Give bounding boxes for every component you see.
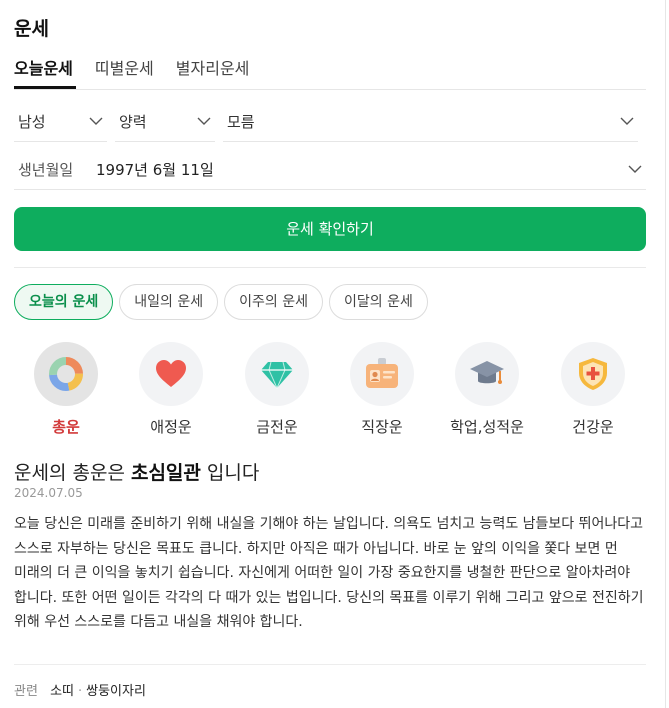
birth-date-label: 생년월일	[18, 161, 74, 179]
category-icon-circle	[455, 342, 519, 406]
gender-value: 남성	[18, 113, 46, 131]
id-badge-icon	[366, 358, 398, 388]
category-label: 직장운	[361, 418, 403, 436]
birth-time-select[interactable]: 모름	[223, 100, 638, 142]
category-icon-circle	[561, 342, 625, 406]
divider	[14, 89, 646, 90]
result-suffix: 입니다	[200, 462, 260, 484]
gender-select[interactable]: 남성	[14, 100, 107, 142]
divider	[14, 267, 646, 268]
diamond-icon	[261, 361, 293, 390]
calendar-type-value: 양력	[119, 113, 147, 131]
result-prefix: 운세의 총운은	[14, 462, 131, 484]
chevron-down-icon	[197, 117, 211, 125]
period-week-chip[interactable]: 이주의 운세	[224, 284, 323, 320]
divider	[14, 664, 646, 665]
chevron-down-icon	[620, 117, 634, 125]
period-tomorrow-chip[interactable]: 내일의 운세	[119, 284, 219, 320]
selector-row: 남성 양력 모름	[14, 100, 638, 142]
category-label: 학업,성적운	[450, 418, 524, 436]
category-study[interactable]: 학업,성적운	[435, 342, 539, 437]
divider	[665, 0, 666, 708]
category-health[interactable]: 건강운	[541, 342, 645, 437]
fortune-tabs: 오늘운세 띠별운세 별자리운세	[14, 55, 271, 79]
fortune-categories: 총운 애정운 금전운 직장운 학업,성적운 건강운	[14, 342, 646, 438]
check-fortune-button[interactable]: 운세 확인하기	[14, 207, 646, 251]
birth-date-value: 1997년 6월 11일	[96, 161, 214, 179]
fortune-widget: 운세 오늘운세 띠별운세 별자리운세 남성 양력 모름 생년월일 1997년 6…	[0, 0, 669, 708]
fortune-description: 오늘 당신은 미래를 준비하기 위해 내실을 기해야 하는 날입니다. 의욕도 …	[14, 516, 644, 630]
category-icon-circle	[34, 342, 98, 406]
tab-constellation[interactable]: 별자리운세	[176, 55, 250, 79]
period-filter: 오늘의 운세 내일의 운세 이주의 운세 이달의 운세	[14, 284, 434, 320]
chevron-down-icon	[628, 165, 642, 173]
widget-title: 운세	[14, 18, 49, 40]
result-date: 2024.07.05	[14, 486, 83, 500]
period-month-chip[interactable]: 이달의 운세	[329, 284, 428, 320]
category-label: 애정운	[150, 418, 192, 436]
category-money[interactable]: 금전운	[225, 342, 329, 437]
heart-icon	[156, 360, 186, 387]
health-shield-icon	[579, 358, 607, 390]
pie-chart-icon	[49, 357, 83, 391]
tab-zodiac-animal[interactable]: 띠별운세	[95, 55, 154, 79]
category-label: 건강운	[572, 418, 614, 436]
chevron-down-icon	[89, 117, 103, 125]
result-keyword: 초심일관	[130, 462, 201, 484]
category-love[interactable]: 애정운	[119, 342, 223, 437]
related-label: 관련	[14, 684, 38, 699]
separator: ·	[77, 684, 83, 699]
result-heading: 운세의 총운은 초심일관 입니다	[14, 458, 259, 485]
tab-today[interactable]: 오늘운세	[14, 55, 73, 79]
graduation-cap-icon	[470, 361, 504, 384]
period-today-chip[interactable]: 오늘의 운세	[14, 284, 114, 320]
category-icon-circle	[139, 342, 203, 406]
category-icon-circle	[245, 342, 309, 406]
birth-date-select[interactable]: 생년월일 1997년 6월 11일	[14, 148, 646, 190]
category-overall[interactable]: 총운	[14, 342, 118, 437]
related-link-ox[interactable]: 소띠	[50, 684, 74, 699]
calendar-type-select[interactable]: 양력	[115, 100, 215, 142]
category-icon-circle	[350, 342, 414, 406]
category-label: 총운	[52, 418, 80, 436]
category-career[interactable]: 직장운	[330, 342, 434, 437]
category-label: 금전운	[256, 418, 298, 436]
birth-time-value: 모름	[227, 113, 255, 131]
related-links: 관련 소띠 · 쌍둥이자리	[14, 680, 146, 699]
related-link-gemini[interactable]: 쌍둥이자리	[86, 684, 146, 699]
